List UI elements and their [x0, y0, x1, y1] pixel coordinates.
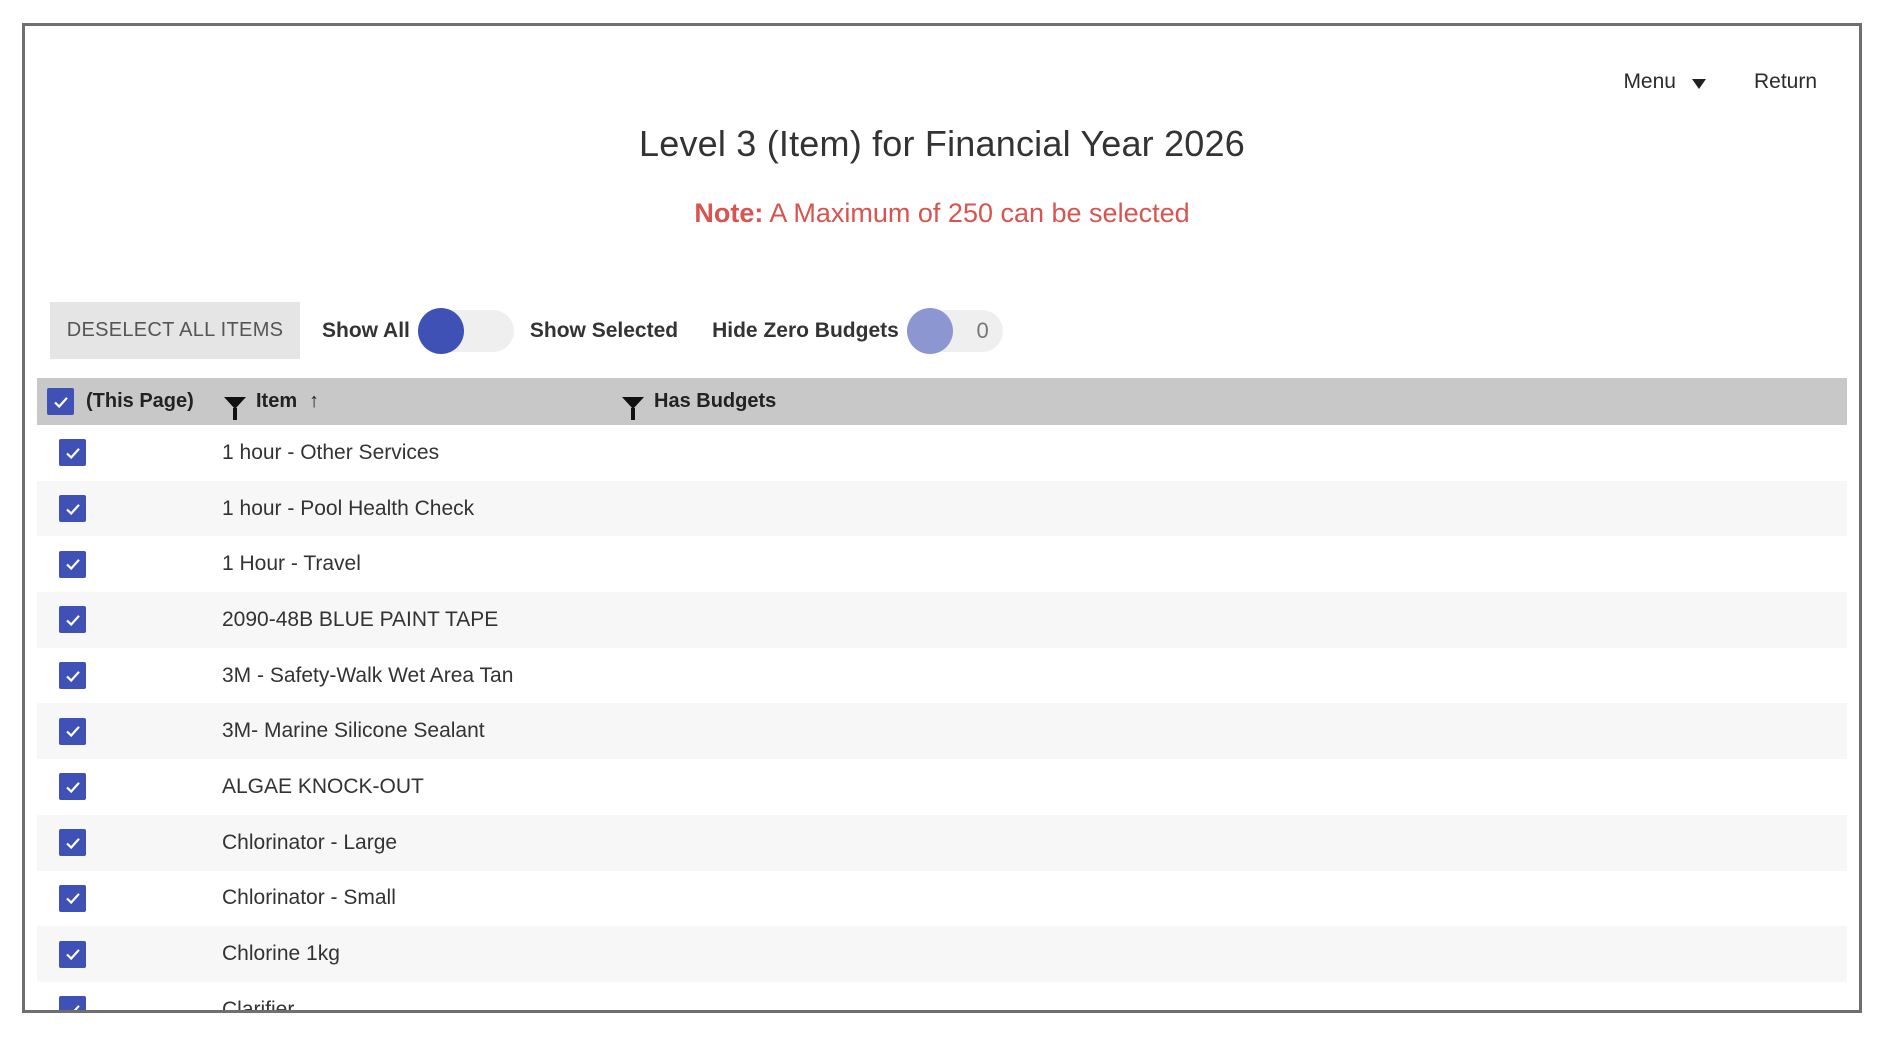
check-icon	[65, 949, 80, 961]
has-budgets-column-header[interactable]: Has Budgets	[622, 378, 776, 425]
caret-down-icon	[1691, 79, 1706, 89]
row-checkbox[interactable]	[59, 940, 86, 968]
zero-budget-count: 0	[976, 317, 989, 343]
hide-zero-budgets-label: Hide Zero Budgets	[712, 318, 899, 342]
check-icon	[65, 726, 80, 738]
row-checkbox[interactable]	[59, 550, 86, 578]
row-checkbox[interactable]	[59, 439, 86, 467]
row-checkbox[interactable]	[59, 495, 86, 523]
table-header: (This Page) Item ↑ Has Budgets	[37, 378, 1847, 425]
table-row[interactable]: 2090-48B BLUE PAINT TAPE	[37, 592, 1847, 648]
item-column-header[interactable]: Item ↑	[224, 378, 319, 425]
item-name: ALGAE KNOCK-OUT	[222, 774, 424, 798]
page-title: Level 3 (Item) for Financial Year 2026	[639, 123, 1245, 164]
check-icon	[65, 503, 80, 515]
select-page-checkbox[interactable]	[47, 388, 74, 415]
row-checkbox[interactable]	[59, 773, 86, 801]
item-name: Chlorinator - Large	[222, 830, 398, 854]
check-icon	[65, 837, 80, 849]
item-name: 1 hour - Pool Health Check	[222, 496, 475, 520]
deselect-all-button[interactable]: DESELECT ALL ITEMS	[50, 302, 300, 359]
show-all-label: Show All	[322, 318, 410, 342]
note-text: A Maximum of 250 can be selected	[763, 198, 1190, 228]
menu-label: Menu	[1623, 70, 1676, 93]
table-row[interactable]: 1 hour - Pool Health Check	[37, 480, 1847, 537]
app-window: Menu Return Level 3 (Item) for Financial…	[22, 23, 1862, 1013]
table-row[interactable]: ALGAE KNOCK-OUT	[37, 759, 1847, 815]
item-name: 3M- Marine Silicone Sealant	[222, 719, 485, 743]
row-checkbox[interactable]	[59, 662, 86, 690]
row-checkbox[interactable]	[59, 996, 86, 1010]
check-icon	[65, 782, 80, 794]
table-row[interactable]: 3M - Safety-Walk Wet Area Tan	[37, 648, 1847, 704]
check-icon	[65, 670, 80, 682]
filter-icon[interactable]	[622, 396, 644, 420]
row-checkbox[interactable]	[59, 884, 86, 912]
check-icon	[65, 893, 80, 905]
row-checkbox[interactable]	[59, 717, 86, 745]
item-name: Clarifier	[222, 997, 295, 1013]
check-icon	[65, 447, 80, 459]
menu-dropdown[interactable]: Menu	[1623, 70, 1706, 94]
sort-ascending-icon[interactable]: ↑	[309, 390, 319, 413]
item-name: 1 hour - Other Services	[222, 440, 440, 464]
table-row[interactable]: 1 hour - Other Services	[37, 425, 1847, 481]
select-page-label: (This Page)	[86, 390, 194, 412]
filter-toolbar: DESELECT ALL ITEMS Show All Show Selecte…	[50, 302, 1003, 359]
toggle-knob	[417, 307, 464, 354]
toggle-knob	[906, 307, 953, 354]
hide-zero-budgets-toggle[interactable]: 0	[906, 307, 1003, 354]
return-label: Return	[1753, 70, 1817, 93]
note-label: Note:	[694, 198, 764, 228]
show-selected-label: Show Selected	[529, 318, 679, 342]
row-checkbox[interactable]	[59, 606, 86, 634]
item-name: 3M - Safety-Walk Wet Area Tan	[222, 663, 514, 687]
item-name: 2090-48B BLUE PAINT TAPE	[222, 607, 499, 631]
check-icon	[65, 614, 80, 626]
return-link[interactable]: Return	[1754, 70, 1817, 94]
select-page-header: (This Page)	[47, 378, 194, 425]
item-name: 1 Hour - Travel	[222, 552, 361, 576]
max-selection-note: Note: A Maximum of 250 can be selected	[25, 198, 1859, 229]
table-row[interactable]: 3M- Marine Silicone Sealant	[37, 703, 1847, 760]
check-icon	[66, 1004, 80, 1010]
check-icon	[65, 559, 80, 571]
table-row[interactable]: Clarifier	[37, 982, 1847, 1013]
top-nav: Menu Return	[1623, 70, 1817, 94]
check-icon	[53, 396, 68, 408]
table-row[interactable]: Chlorinator - Large	[37, 814, 1847, 871]
row-checkbox[interactable]	[59, 829, 86, 857]
item-name: Chlorine 1kg	[222, 942, 340, 966]
item-list: 1 hour - Other Services 1 hour - Pool Hea…	[37, 425, 1847, 1013]
table-row[interactable]: 1 Hour - Travel	[37, 536, 1847, 592]
item-column-label: Item	[256, 390, 298, 412]
filter-icon[interactable]	[224, 396, 246, 420]
table-row[interactable]: Chlorine 1kg	[37, 926, 1847, 982]
table-row[interactable]: Chlorinator - Small	[37, 871, 1847, 927]
show-selected-toggle[interactable]	[417, 307, 514, 354]
item-name: Chlorinator - Small	[222, 886, 396, 910]
has-budgets-column-label: Has Budgets	[654, 390, 777, 412]
